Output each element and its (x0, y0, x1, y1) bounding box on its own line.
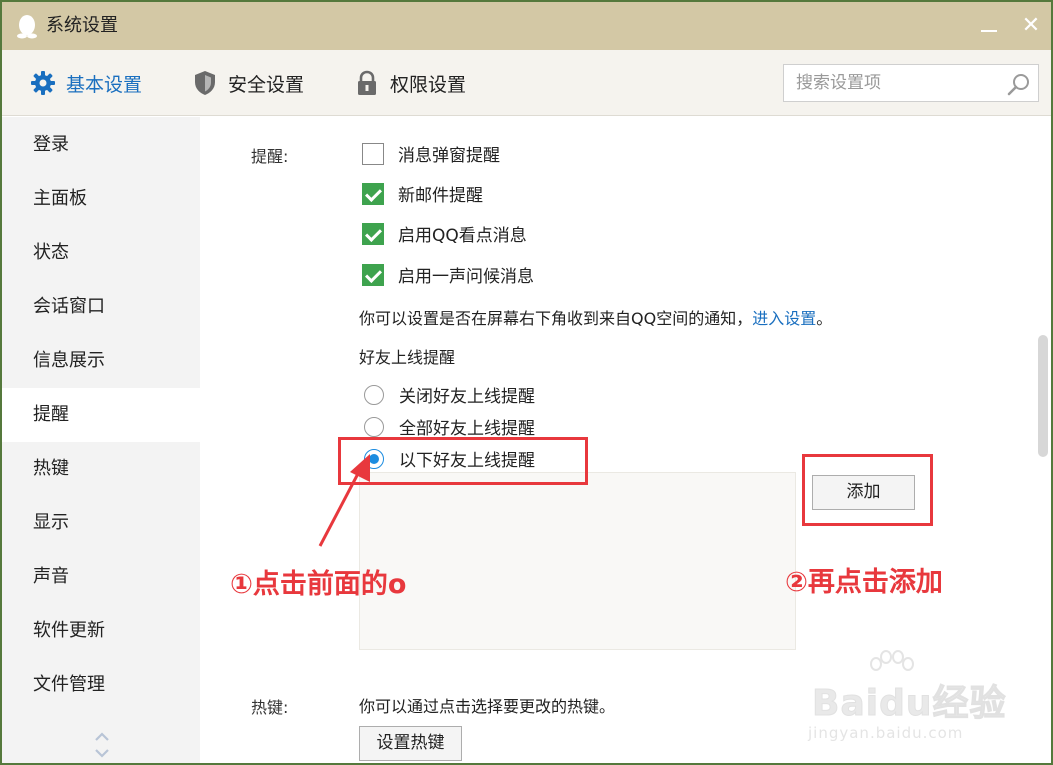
minimize-button[interactable] (974, 12, 1004, 40)
radio-all-friend-online[interactable]: 全部好友上线提醒 (364, 414, 535, 439)
sidebar-item-login[interactable]: 登录 (2, 118, 200, 172)
window-title: 系统设置 (46, 15, 118, 36)
lock-icon (358, 70, 376, 95)
sidebar-item-file-management[interactable]: 文件管理 (2, 658, 200, 712)
watermark-brand: Baidu经验 (811, 683, 1007, 725)
baidu-watermark: Baidu经验 jingyan.baidu.com (808, 650, 1038, 750)
qzone-notice-end: 。 (816, 309, 833, 328)
sidebar-item-sound[interactable]: 声音 (2, 550, 200, 604)
checkbox-new-mail[interactable]: 新邮件提醒 (362, 181, 483, 206)
gear-icon (31, 71, 55, 95)
annotation-highlight-add (802, 454, 933, 526)
minimize-icon (981, 30, 997, 32)
search-input[interactable] (784, 65, 1004, 101)
checkbox-label: 启用QQ看点消息 (398, 226, 527, 246)
checkbox[interactable] (362, 222, 384, 245)
sidebar-scroll-chevron-icon[interactable] (92, 729, 112, 761)
tab-label: 安全设置 (228, 73, 305, 96)
sidebar-item-display[interactable]: 显示 (2, 496, 200, 550)
checkbox-greeting[interactable]: 启用一声问候消息 (362, 262, 534, 287)
tab-permission-settings[interactable]: 权限设置 (354, 50, 466, 116)
hotkey-section-label: 热键: (251, 698, 289, 717)
tab-label: 权限设置 (390, 73, 467, 96)
hotkey-description: 你可以通过点击选择要更改的热键。 (359, 697, 616, 716)
checkbox-qq-kandian[interactable]: 启用QQ看点消息 (362, 221, 527, 246)
close-button[interactable]: ✕ (1016, 12, 1046, 40)
radio-off-friend-online[interactable]: 关闭好友上线提醒 (364, 382, 535, 407)
search-box (783, 64, 1039, 102)
annotation-step-1: ①点击前面的o (230, 569, 407, 600)
title-bar[interactable]: 系统设置 ✕ (2, 2, 1051, 50)
radio-button[interactable] (364, 384, 384, 405)
sidebar-item-status[interactable]: 状态 (2, 226, 200, 280)
checkbox[interactable] (362, 263, 384, 286)
reminder-section-label: 提醒: (251, 147, 289, 166)
qq-penguin-icon (17, 15, 37, 39)
radio-label: 全部好友上线提醒 (399, 419, 535, 439)
enter-settings-link[interactable]: 进入设置 (752, 309, 816, 328)
qzone-notice-text: 你可以设置是否在屏幕右下角收到来自QQ空间的通知， (359, 309, 753, 328)
settings-toolbar: 基本设置 安全设置 权限设置 (2, 50, 1051, 116)
sidebar-item-chat-window[interactable]: 会话窗口 (2, 280, 200, 334)
radio-label: 关闭好友上线提醒 (399, 387, 535, 407)
settings-sidebar: 登录 主面板 状态 会话窗口 信息展示 提醒 热键 显示 声音 软件更新 文件管… (2, 117, 200, 763)
qzone-notice: 你可以设置是否在屏幕右下角收到来自QQ空间的通知，进入设置。 (359, 305, 832, 329)
friend-list-box[interactable] (359, 472, 796, 650)
sidebar-item-software-update[interactable]: 软件更新 (2, 604, 200, 658)
settings-window: 系统设置 ✕ 基本设置 安全设置 权限设置 搜索设置项 登录 主面板 状态 会话… (0, 0, 1053, 765)
annotation-arrow-icon (318, 454, 370, 547)
sidebar-item-main-panel[interactable]: 主面板 (2, 172, 200, 226)
checkbox-message-popup[interactable]: 消息弹窗提醒 (362, 141, 500, 166)
checkbox[interactable] (362, 182, 384, 205)
checkbox-label: 新邮件提醒 (398, 186, 483, 206)
content-scrollbar[interactable] (1038, 335, 1048, 457)
radio-button[interactable] (364, 416, 384, 437)
sidebar-item-reminder[interactable]: 提醒 (2, 388, 200, 442)
checkbox[interactable] (362, 142, 384, 165)
shield-icon (195, 71, 215, 95)
checkbox-label: 消息弹窗提醒 (398, 146, 500, 166)
tab-label: 基本设置 (66, 73, 143, 96)
tab-security-settings[interactable]: 安全设置 (192, 50, 304, 116)
set-hotkey-button[interactable]: 设置热键 (359, 726, 462, 761)
search-icon[interactable] (1006, 71, 1032, 97)
tab-basic-settings[interactable]: 基本设置 (30, 50, 142, 116)
checkbox-label: 启用一声问候消息 (398, 267, 534, 287)
sidebar-item-hotkey[interactable]: 热键 (2, 442, 200, 496)
annotation-step-2: ②再点击添加 (785, 567, 943, 598)
watermark-url: jingyan.baidu.com (808, 724, 964, 742)
friend-online-title: 好友上线提醒 (359, 348, 456, 367)
sidebar-item-info-display[interactable]: 信息展示 (2, 334, 200, 388)
